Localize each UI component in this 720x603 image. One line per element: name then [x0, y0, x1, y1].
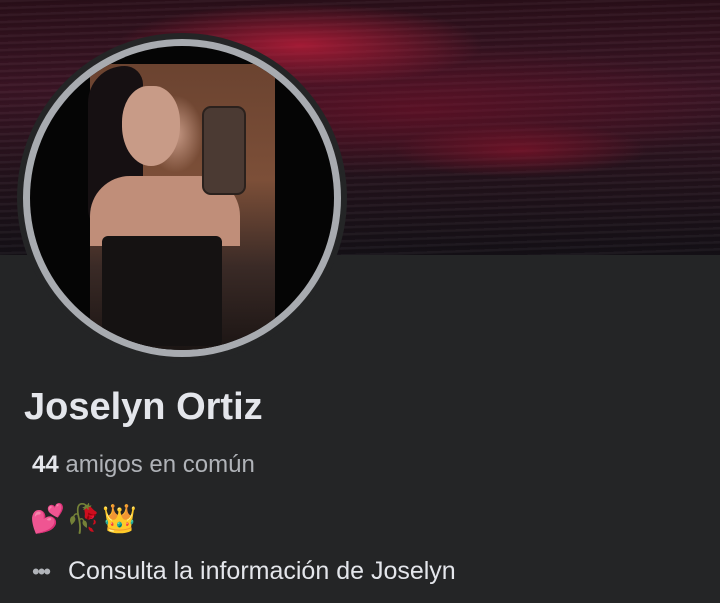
profile-bio: 💕🥀👑: [30, 502, 138, 535]
profile-picture[interactable]: [17, 33, 347, 363]
see-info-label: Consulta la información de Joselyn: [68, 557, 456, 585]
photo-phone: [202, 106, 246, 195]
mutual-friends-label: amigos en común: [65, 451, 255, 478]
mutual-friends-count: 44: [32, 451, 59, 478]
more-dots-icon: •••: [32, 558, 51, 584]
see-info-link[interactable]: ••• Consulta la información de Joselyn: [32, 557, 456, 586]
profile-picture-image: [30, 46, 334, 350]
mutual-friends[interactable]: 44 amigos en común: [32, 451, 255, 479]
two-hearts-emoji: 💕: [30, 502, 65, 535]
photo-face: [122, 86, 180, 166]
profile-name: Joselyn Ortiz: [24, 386, 263, 428]
profile-picture-border: [23, 39, 341, 357]
wilted-rose-emoji: 🥀: [66, 502, 101, 535]
crown-emoji: 👑: [102, 502, 137, 535]
photo-clothing: [102, 236, 222, 346]
